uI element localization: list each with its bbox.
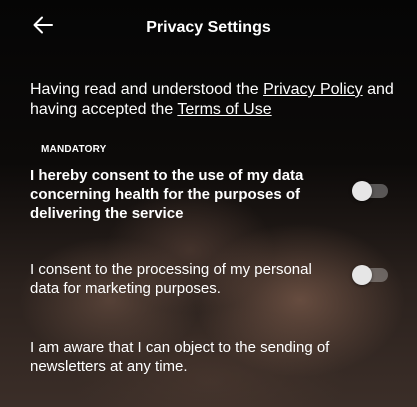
page-title: Privacy Settings — [146, 19, 271, 36]
newsletter-notice-text: I am aware that I can object to the send… — [30, 339, 330, 375]
terms-of-use-link[interactable]: Terms of Use — [177, 101, 271, 118]
mandatory-label: MANDATORY — [41, 144, 107, 155]
toggle-knob — [352, 265, 372, 285]
privacy-policy-link[interactable]: Privacy Policy — [263, 81, 363, 98]
marketing-consent-text: I consent to the processing of my person… — [30, 261, 312, 297]
header-bar: Privacy Settings — [0, 0, 417, 56]
privacy-settings-screen: Privacy Settings Having read and underst… — [0, 0, 417, 407]
toggle-knob — [352, 181, 372, 201]
intro-text: Having read and understood the Privacy P… — [30, 80, 400, 120]
marketing-consent-toggle[interactable] — [352, 265, 388, 285]
health-data-consent-toggle[interactable] — [352, 181, 388, 201]
health-data-consent-text: I hereby consent to the use of my data c… — [30, 167, 304, 222]
intro-text-start: Having read and understood the — [30, 81, 264, 98]
